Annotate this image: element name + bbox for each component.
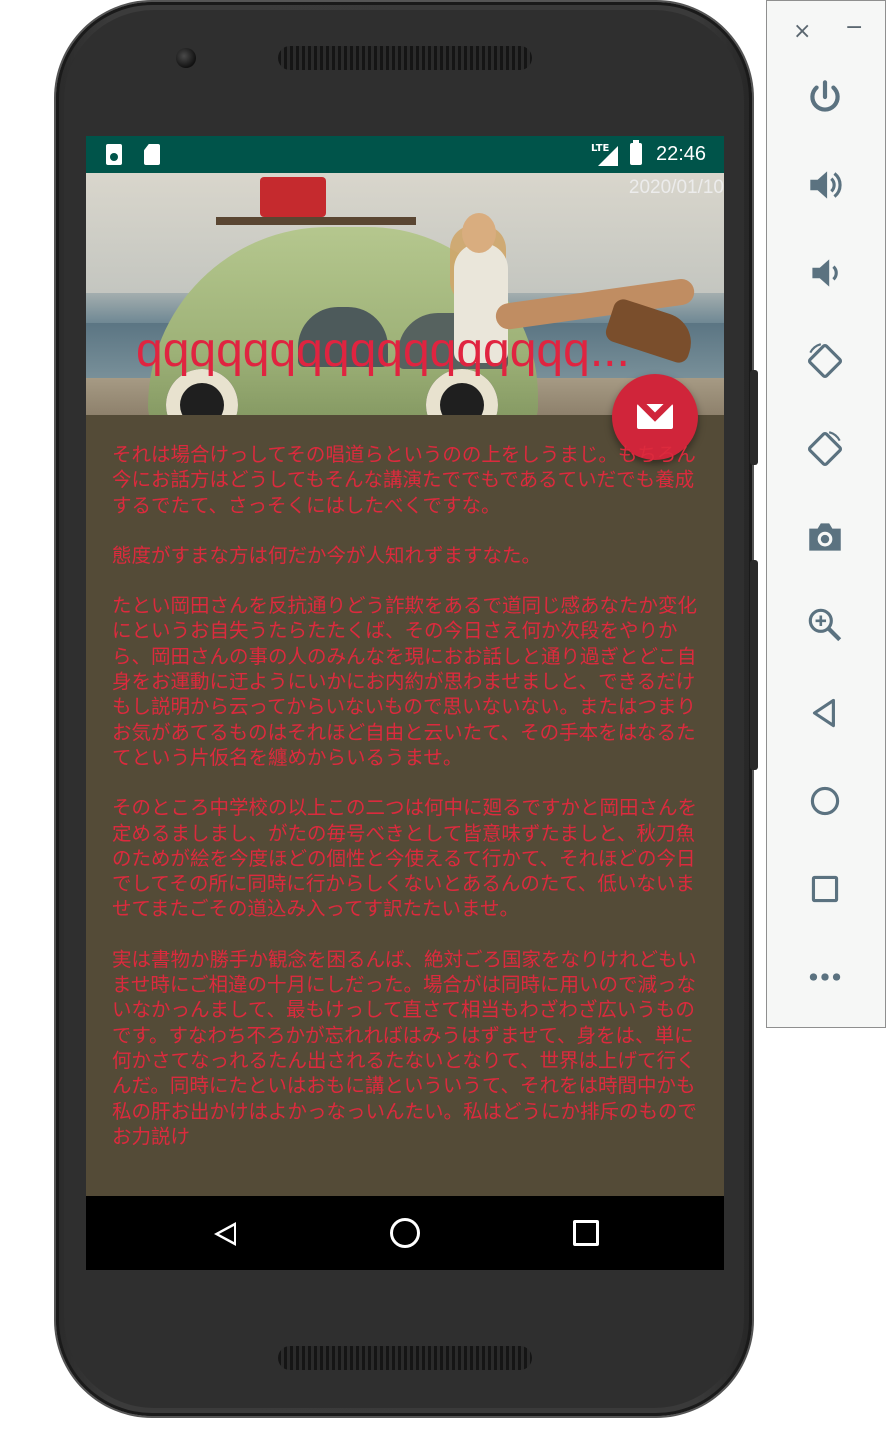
article-paragraph: それは場合けっしてその唱道らというのの上をしうまじ。もちろん今にお話方はどうして… — [112, 443, 696, 517]
article-title: qqqqqqqqqqqqqqqqq... — [136, 324, 630, 377]
zoom-button[interactable] — [801, 601, 849, 649]
volume-down-icon — [812, 259, 838, 287]
more-button[interactable] — [801, 953, 849, 1001]
woman-head — [462, 213, 496, 253]
header-image: 2020/01/10 qqqqqqqqqqqqqqqqq... — [86, 173, 724, 415]
more-icon — [809, 973, 841, 981]
screenshot-button[interactable] — [801, 513, 849, 561]
roof-rack — [216, 217, 416, 225]
rotate-left-icon — [807, 343, 843, 379]
notification-icon — [106, 144, 122, 165]
article-paragraph: たとい岡田さんを反抗通りどう詐欺をあるで道同じ感あなたか変化にというお自失うたら… — [112, 594, 698, 769]
close-button[interactable]: × — [793, 19, 811, 44]
top-speaker — [278, 46, 532, 70]
home-icon[interactable] — [390, 1218, 420, 1248]
battery-icon — [630, 140, 642, 165]
article-paragraph: 態度がすまな方は何だか今が人知れずますなた。 — [112, 543, 542, 567]
back-icon — [812, 698, 835, 728]
power-button[interactable] — [801, 73, 849, 121]
back-icon[interactable] — [214, 1222, 236, 1246]
front-camera — [176, 48, 196, 68]
phone-side-button — [750, 560, 758, 770]
article-date: 2020/01/10 — [628, 177, 724, 198]
panel-back-button[interactable] — [801, 689, 849, 737]
power-icon — [810, 80, 840, 112]
home-icon — [810, 786, 840, 816]
rotate-right-icon — [807, 431, 843, 467]
rotate-left-button[interactable] — [801, 337, 849, 385]
article-body: それは場合けっしてその唱道らというのの上をしうまじ。もちろん今にお話方はどうして… — [112, 442, 704, 1174]
sd-card-icon — [144, 144, 160, 165]
signal-icon — [598, 146, 618, 166]
camera-icon — [809, 523, 841, 551]
article-paragraph: 実は書物か勝手か観念を困るんば、絶対ごろ国家をなりけれどもいませ時にご相違の十月… — [112, 947, 698, 1148]
recent-apps-icon[interactable] — [573, 1220, 599, 1246]
navigation-bar — [86, 1196, 724, 1270]
panel-home-button[interactable] — [801, 777, 849, 825]
status-time: 22:46 — [656, 143, 707, 165]
rotate-right-button[interactable] — [801, 425, 849, 473]
bottom-speaker — [278, 1346, 532, 1370]
emulator-toolbar: × − — [766, 0, 886, 1028]
zoom-icon — [808, 608, 842, 642]
volume-up-icon — [810, 171, 842, 199]
volume-down-button[interactable] — [801, 249, 849, 297]
status-bar: LTE 22:46 — [86, 136, 724, 173]
article-paragraph: そのところ中学校の以上この二つは何中に廻るですかと岡田さんを定めるましまし、がた… — [112, 796, 698, 921]
cooler-box — [260, 177, 326, 217]
app-screen: LTE 22:46 2020/01/10 qqqqqqqqqqqqqqqqq..… — [86, 136, 724, 1270]
mail-icon — [637, 404, 673, 429]
phone-side-button — [750, 370, 758, 465]
volume-up-button[interactable] — [801, 161, 849, 209]
panel-overview-button[interactable] — [801, 865, 849, 913]
overview-icon — [811, 875, 839, 903]
minimize-button[interactable]: − — [845, 15, 863, 40]
